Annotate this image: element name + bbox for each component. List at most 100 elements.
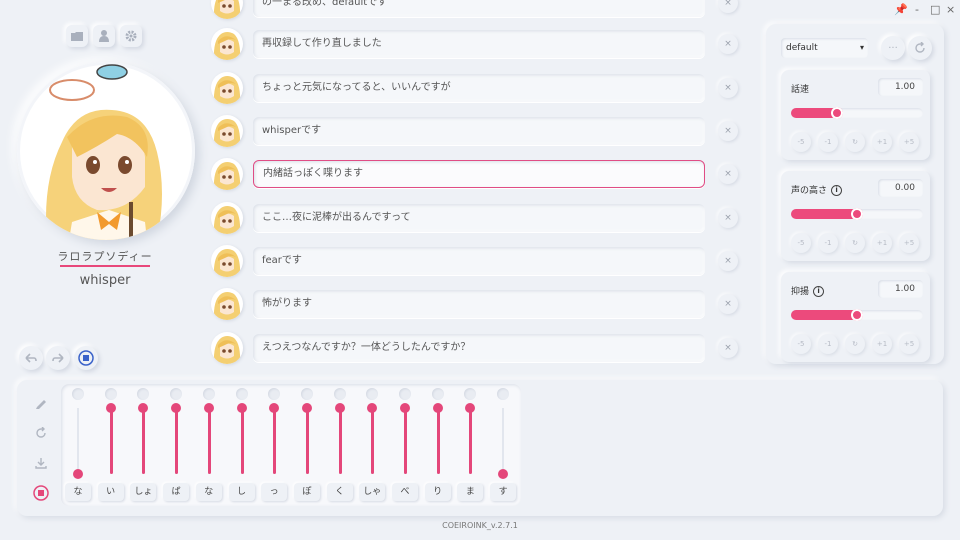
parameter-value-input[interactable]: 1.00 (878, 280, 923, 298)
mora-level-knob[interactable] (367, 403, 378, 413)
mora-level-knob[interactable] (105, 403, 116, 413)
message-input[interactable]: えつえつなんですか？一体どうしたんですか？ (253, 334, 705, 362)
message-input[interactable]: 再収録して作り直しました (253, 30, 705, 58)
step-button[interactable]: ↻ (845, 334, 865, 354)
message-input[interactable]: whisperです (253, 117, 705, 145)
mora-level-knob[interactable] (301, 403, 312, 413)
step-button[interactable]: -1 (818, 132, 838, 152)
mora-level-knob[interactable] (236, 403, 247, 413)
parameter-slider[interactable] (791, 208, 923, 220)
record-button[interactable] (30, 482, 52, 504)
mora-pause-toggle[interactable] (366, 388, 379, 400)
speaker-avatar[interactable] (211, 28, 243, 60)
mora-pause-toggle[interactable] (268, 388, 281, 400)
speaker-avatar[interactable] (211, 72, 243, 104)
step-button[interactable]: +5 (899, 233, 919, 253)
step-button[interactable]: +1 (872, 334, 892, 354)
slider-thumb[interactable] (831, 107, 844, 119)
maximize-button[interactable]: □ (930, 3, 940, 16)
mora-label[interactable]: り (424, 483, 451, 501)
mora-label[interactable]: す (490, 483, 517, 501)
play-stop-button[interactable] (74, 346, 98, 370)
mora-level-knob[interactable] (334, 403, 345, 413)
delete-message-button[interactable]: × (718, 121, 738, 141)
speaker-avatar[interactable] (211, 245, 243, 277)
delete-message-button[interactable]: × (718, 164, 738, 184)
edit-button[interactable] (30, 392, 52, 414)
mora-label[interactable]: ば (163, 483, 190, 501)
mora-label[interactable]: い (97, 483, 124, 501)
speaker-avatar[interactable] (211, 332, 243, 364)
message-input[interactable]: 内緒話っぽく喋ります (253, 160, 705, 188)
mora-label[interactable]: しゃ (359, 483, 386, 501)
speaker-avatar[interactable] (211, 158, 243, 190)
step-button[interactable]: -1 (818, 233, 838, 253)
mora-pause-toggle[interactable] (464, 388, 477, 400)
slider-thumb[interactable] (851, 309, 863, 321)
delete-message-button[interactable]: × (718, 294, 738, 314)
mora-level-knob[interactable] (432, 403, 443, 413)
step-button[interactable]: -1 (818, 334, 838, 354)
step-button[interactable]: +5 (899, 132, 919, 152)
info-icon[interactable]: i (831, 185, 843, 196)
minimize-button[interactable]: - (915, 3, 919, 16)
step-button[interactable]: +1 (872, 233, 892, 253)
mora-pause-toggle[interactable] (137, 388, 150, 400)
parameter-slider[interactable] (791, 309, 923, 321)
message-input[interactable]: の一まる改め、defaultです (253, 0, 705, 17)
mora-pause-toggle[interactable] (235, 388, 248, 400)
undo-button[interactable] (19, 346, 43, 370)
parameter-value-input[interactable]: 1.00 (878, 78, 923, 96)
mora-level-knob[interactable] (465, 403, 476, 413)
step-button[interactable]: -5 (791, 233, 811, 253)
delete-message-button[interactable]: × (718, 34, 738, 54)
mora-pause-toggle[interactable] (431, 388, 444, 400)
mora-level-knob[interactable] (171, 403, 182, 413)
mora-pause-toggle[interactable] (202, 388, 215, 400)
mora-level-knob[interactable] (269, 403, 280, 413)
parameter-slider[interactable] (791, 107, 923, 119)
mora-level-knob[interactable] (203, 403, 214, 413)
speaker-avatar[interactable] (211, 0, 243, 19)
mora-pause-toggle[interactable] (497, 388, 510, 400)
mora-level-knob[interactable] (138, 403, 149, 413)
delete-message-button[interactable]: × (718, 251, 738, 271)
mora-label[interactable]: な (65, 483, 91, 501)
folder-button[interactable] (66, 25, 88, 47)
download-button[interactable] (30, 452, 52, 474)
settings-button[interactable] (120, 25, 142, 47)
mora-label[interactable]: し (228, 483, 255, 501)
mora-pause-toggle[interactable] (300, 388, 313, 400)
step-button[interactable]: +1 (872, 132, 892, 152)
mora-pause-toggle[interactable] (399, 388, 411, 400)
mora-label[interactable]: な (195, 483, 222, 501)
speaker-avatar[interactable] (211, 288, 243, 320)
delete-message-button[interactable]: × (718, 0, 738, 13)
mora-level-knob[interactable] (498, 469, 509, 479)
message-input[interactable]: 怖がります (253, 290, 705, 318)
person-button[interactable] (93, 25, 115, 47)
slider-thumb[interactable] (851, 208, 863, 220)
message-input[interactable]: ここ…夜に泥棒が出るんですって (253, 204, 705, 232)
character-portrait[interactable] (17, 62, 195, 240)
delete-message-button[interactable]: × (718, 78, 738, 98)
style-select[interactable]: default ▾ (781, 38, 868, 58)
mora-level-knob[interactable] (400, 403, 410, 413)
mora-pause-toggle[interactable] (333, 388, 346, 400)
step-button[interactable]: -5 (791, 132, 811, 152)
speaker-avatar[interactable] (211, 202, 243, 234)
close-window-button[interactable]: × (946, 3, 955, 16)
mora-pause-toggle[interactable] (104, 388, 117, 400)
redo-button[interactable] (46, 346, 70, 370)
info-icon[interactable]: i (813, 286, 825, 297)
mora-pause-toggle[interactable] (170, 388, 183, 400)
mora-label[interactable]: べ (392, 483, 418, 501)
mora-label[interactable]: く (326, 483, 353, 501)
parameter-value-input[interactable]: 0.00 (878, 179, 923, 197)
reset-button[interactable] (30, 422, 52, 444)
refresh-button[interactable] (908, 36, 932, 60)
pin-icon[interactable]: 📌 (894, 3, 908, 16)
more-button[interactable]: ··· (881, 36, 905, 60)
step-button[interactable]: ↻ (845, 233, 865, 253)
delete-message-button[interactable]: × (718, 208, 738, 228)
